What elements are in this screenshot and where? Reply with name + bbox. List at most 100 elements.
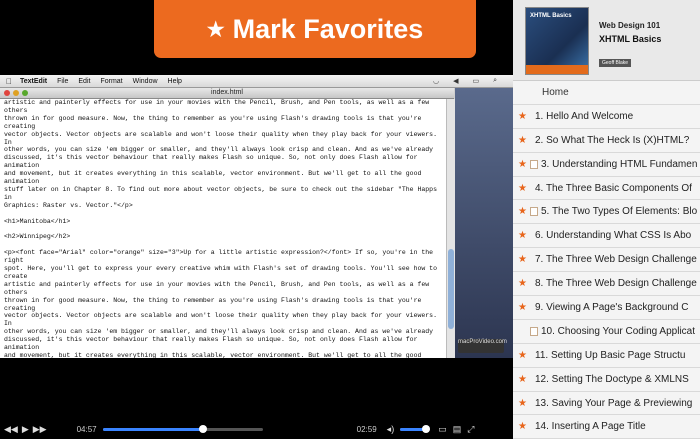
progress-fill <box>102 427 204 431</box>
document-body: artistic and painterly effects for use i… <box>0 99 446 358</box>
lesson-label: 9. Viewing A Page's Background C <box>535 301 689 313</box>
lesson-item[interactable]: ★ 9. Viewing A Page's Background C <box>513 296 700 320</box>
lesson-label: 2. So What The Heck Is (X)HTML? <box>535 134 690 146</box>
lesson-item[interactable]: ★ 8. The Three Web Design Challenge <box>513 272 700 297</box>
rewind-icon[interactable]: ◀◀ <box>4 424 18 435</box>
menu-file: File <box>51 77 68 85</box>
menu-help: Help <box>161 77 182 85</box>
document-icon <box>530 159 538 169</box>
lesson-panel: XHTML Basics Web Design 101 XHTML Basics… <box>513 0 700 439</box>
lesson-label: 12. Setting The Doctype & XMLNS <box>535 373 689 385</box>
lesson-label: 13. Saving Your Page & Previewing <box>535 397 693 409</box>
search-icon: ⌕ <box>493 77 497 84</box>
course-header: XHTML Basics Web Design 101 XHTML Basics… <box>513 0 700 81</box>
favorite-star-icon[interactable]: ★ <box>516 302 529 313</box>
window-traffic-lights <box>4 90 28 96</box>
watermark-text: macProVideo.com <box>458 339 507 345</box>
mark-favorites-banner: ★ Mark Favorites <box>154 0 476 58</box>
menubar-status-icons: ◡ ◀ ▭ ⌕ <box>433 77 507 85</box>
fullscreen-icon[interactable]: ⤢ <box>467 424 474 435</box>
home-label: Home <box>542 86 569 98</box>
mac-menubar:  TextEdit File Edit Format Window Help … <box>0 75 513 88</box>
app-name: TextEdit <box>14 77 47 85</box>
window-titlebar: index.html <box>0 88 454 99</box>
menu-format: Format <box>94 77 122 85</box>
favorite-star-icon[interactable]: ★ <box>516 398 529 409</box>
volume-knob[interactable] <box>421 424 430 433</box>
favorite-star-icon[interactable]: ★ <box>516 135 529 146</box>
scroll-thumb <box>448 249 454 329</box>
player-controls: ◀◀ ▶ ▶▶ 04:57 02:59 ◂) ▭ ▤ ⤢ <box>0 420 513 438</box>
battery-icon: ▭ <box>472 78 480 85</box>
lesson-item[interactable]: ★ 1. Hello And Welcome <box>513 105 700 129</box>
favorite-star-icon[interactable]: ★ <box>516 230 529 241</box>
lesson-label: 14. Inserting A Page Title <box>535 421 646 433</box>
watermark-logo: macProVideo.com <box>458 339 507 353</box>
document-icon <box>530 207 538 217</box>
course-author: Geoff Blake <box>599 59 632 67</box>
close-icon <box>4 90 10 96</box>
progress-knob[interactable] <box>199 424 208 433</box>
course-cover: XHTML Basics <box>525 7 589 75</box>
cover-band <box>526 65 588 74</box>
minimize-icon <box>13 90 19 96</box>
elapsed-time: 04:57 <box>76 424 97 434</box>
lesson-item[interactable]: ★ 7. The Three Web Design Challenge <box>513 248 700 273</box>
list-item-home[interactable]: Home <box>513 81 700 105</box>
zoom-icon <box>22 90 28 96</box>
wifi-icon: ◡ <box>432 78 440 85</box>
favorite-star-icon[interactable]: ★ <box>516 183 529 194</box>
menu-window: Window <box>126 77 158 85</box>
lesson-item[interactable]: ★ 2. So What The Heck Is (X)HTML? <box>513 129 700 153</box>
lesson-item[interactable]: ★ 14. Inserting A Page Title <box>513 415 700 439</box>
remaining-time: 02:59 <box>356 424 377 434</box>
code-text: artistic and painterly effects for use i… <box>4 99 437 358</box>
lesson-item[interactable]: ★ 4. The Three Basic Components Of <box>513 177 700 201</box>
lesson-item[interactable]: 10. Choosing Your Coding Applicat <box>513 320 700 344</box>
lesson-item[interactable]: ★ 5. The Two Types Of Elements: Blo <box>513 200 700 225</box>
lesson-label: 6. Understanding What CSS Is Abo <box>535 230 692 242</box>
favorite-star-icon[interactable]: ★ <box>516 421 529 432</box>
lesson-item[interactable]: ★ 13. Saving Your Page & Previewing <box>513 392 700 416</box>
volume-slider[interactable] <box>400 424 431 433</box>
lesson-label: 4. The Three Basic Components Of <box>535 182 692 194</box>
menu-edit: Edit <box>72 77 90 85</box>
lesson-list: Home ★ 1. Hello And Welcome ★ 2. So What Th… <box>513 81 700 439</box>
favorite-star-icon[interactable]: ★ <box>516 254 529 265</box>
lesson-label: 7. The Three Web Design Challenge <box>535 254 697 266</box>
airplay-icon[interactable]: ▭ <box>438 424 447 435</box>
window-title: index.html <box>211 89 243 96</box>
favorite-star-icon[interactable]: ★ <box>516 278 529 289</box>
play-icon[interactable]: ▶ <box>22 424 29 435</box>
favorite-star-icon[interactable]: ★ <box>516 111 529 122</box>
course-series: Web Design 101 <box>599 21 661 30</box>
star-icon: ★ <box>206 18 225 41</box>
lesson-label: 8. The Three Web Design Challenge <box>535 278 697 290</box>
subtitles-icon[interactable]: ▤ <box>453 424 462 435</box>
video-area[interactable]: ★ Mark Favorites  TextEdit File Edit Fo… <box>0 0 513 438</box>
progress-bar[interactable] <box>102 424 263 433</box>
fast-forward-icon[interactable]: ▶▶ <box>33 424 47 435</box>
course-title: XHTML Basics <box>599 34 662 44</box>
favorite-star-icon[interactable]: ★ <box>516 206 529 217</box>
volume-icon: ◀ <box>453 78 459 85</box>
lesson-label: 1. Hello And Welcome <box>535 110 634 122</box>
favorite-star-icon[interactable]: ★ <box>516 159 529 170</box>
lesson-label: 5. The Two Types Of Elements: Blo <box>541 206 698 218</box>
document-scrollbar <box>446 99 455 358</box>
favorite-star-icon[interactable]: ★ <box>516 350 529 361</box>
favorite-star-icon[interactable]: ★ <box>516 374 529 385</box>
lesson-item[interactable]: ★ 6. Understanding What CSS Is Abo <box>513 224 700 249</box>
document-icon <box>530 326 538 336</box>
banner-text: Mark Favorites <box>232 13 424 44</box>
lesson-item[interactable]: ★ 12. Setting The Doctype & XMLNS <box>513 368 700 392</box>
cover-title: XHTML Basics <box>530 13 572 19</box>
mac-screen:  TextEdit File Edit Format Window Help … <box>0 75 513 358</box>
apple-icon:  <box>6 77 12 86</box>
lesson-label: 11. Setting Up Basic Page Structu <box>535 349 686 361</box>
speaker-icon[interactable]: ◂) <box>387 424 395 435</box>
lesson-item[interactable]: ★ 3. Understanding HTML Fundamen <box>513 153 700 177</box>
lesson-item[interactable]: ★ 11. Setting Up Basic Page Structu <box>513 344 700 368</box>
lesson-label: 3. Understanding HTML Fundamen <box>541 158 698 170</box>
desktop-background <box>455 88 513 358</box>
